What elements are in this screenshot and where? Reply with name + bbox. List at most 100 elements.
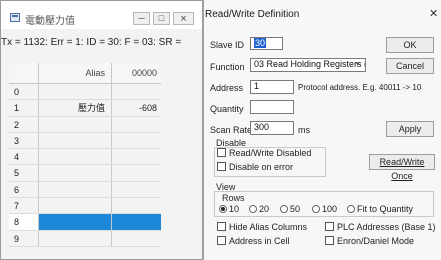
chevron-down-icon[interactable]: ▾ [356, 60, 360, 68]
value-cell[interactable] [112, 231, 161, 246]
value-cell[interactable] [112, 198, 161, 213]
register-table: Alias 00000 0 1 壓力值 -608 2 3 4 5 6 7 8 9 [9, 63, 161, 247]
apply-button[interactable]: Apply [386, 121, 434, 137]
alias-cell[interactable] [39, 181, 112, 198]
row-index: 5 [9, 165, 39, 181]
address-label: Address [210, 83, 244, 93]
plc-addresses-label: PLC Addresses (Base 1) [337, 222, 436, 232]
rows-100-radio[interactable] [312, 205, 320, 213]
dialog-title: Read/Write Definition [205, 9, 300, 20]
close-icon[interactable]: ✕ [429, 7, 438, 20]
alias-cell[interactable] [39, 198, 112, 214]
function-value: 03 Read Holding Registers (4x) [254, 59, 365, 69]
minimize-button[interactable]: ─ [133, 12, 150, 25]
rows-20-label: 20 [259, 204, 270, 214]
alias-cell[interactable] [39, 214, 112, 230]
value-cell[interactable] [112, 133, 161, 148]
value-cell[interactable] [112, 117, 161, 132]
value-cell[interactable] [112, 165, 161, 180]
table-row[interactable]: 4 [9, 149, 161, 166]
cancel-button[interactable]: Cancel [386, 58, 434, 74]
disable-on-error-label: Disable on error [229, 162, 294, 172]
table-row[interactable]: 2 [9, 116, 161, 133]
scan-rate-field[interactable]: 300 [250, 121, 294, 135]
rows-50-label: 50 [290, 204, 301, 214]
address-in-cell-label: Address in Cell [229, 236, 290, 246]
row-index: 4 [9, 149, 39, 165]
table-row[interactable]: 5 [9, 165, 161, 182]
table-header-index [9, 63, 39, 83]
scan-rate-unit: ms [298, 125, 310, 135]
slave-id-label: Slave ID [210, 40, 245, 50]
value-cell[interactable]: -608 [112, 100, 161, 115]
table-row[interactable]: 7 [9, 198, 161, 215]
disable-on-error-checkbox[interactable] [217, 162, 226, 171]
alias-cell[interactable]: 壓力值 [39, 100, 112, 116]
read-write-once-button[interactable]: Read/Write Once [369, 154, 435, 181]
table-header-row: Alias 00000 [9, 63, 161, 84]
slave-id-field[interactable]: 30 [250, 37, 283, 50]
close-button[interactable]: ⨯ [173, 12, 194, 25]
read-write-definition-dialog: Read/Write Definition ✕ Slave ID 30 OK F… [203, 0, 441, 260]
table-row[interactable]: 6 [9, 181, 161, 199]
value-cell[interactable] [112, 149, 161, 164]
modbus-data-window: 電動壓力值 ─ □ ⨯ Tx = 1132: Err = 1: ID = 30:… [0, 0, 203, 260]
row-index: 7 [9, 198, 39, 214]
enron-daniel-label: Enron/Daniel Mode [337, 236, 415, 246]
maximize-button[interactable]: □ [153, 12, 170, 25]
function-select[interactable]: 03 Read Holding Registers (4x) [250, 58, 366, 72]
table-row-selected[interactable]: 8 [9, 214, 161, 231]
value-cell[interactable] [112, 182, 161, 197]
table-header-address[interactable]: 00000 [112, 63, 161, 83]
window-title-bar[interactable]: 電動壓力值 ─ □ ⨯ [1, 1, 202, 29]
row-index: 0 [9, 84, 39, 100]
row-index: 3 [9, 132, 39, 149]
ok-button[interactable]: OK [386, 37, 434, 53]
app-icon [10, 13, 20, 22]
quantity-field[interactable] [250, 100, 294, 114]
hide-alias-columns-label: Hide Alias Columns [229, 222, 308, 232]
row-index: 2 [9, 116, 39, 132]
rows-50-radio[interactable] [280, 205, 288, 213]
table-header-alias[interactable]: Alias [39, 63, 112, 83]
table-row[interactable]: 1 壓力值 -608 [9, 100, 161, 117]
address-field[interactable]: 1 [250, 80, 294, 94]
rows-10-radio[interactable] [219, 205, 227, 213]
rows-fit-radio[interactable] [347, 205, 355, 213]
alias-cell[interactable] [39, 230, 112, 246]
slave-id-value: 30 [254, 38, 267, 48]
alias-cell[interactable] [39, 149, 112, 165]
quantity-label: Quantity [210, 104, 244, 114]
hide-alias-columns-checkbox[interactable] [217, 222, 226, 231]
table-row[interactable]: 3 [9, 132, 161, 150]
rows-10-label: 10 [229, 204, 240, 214]
rows-100-label: 100 [322, 204, 338, 214]
rows-fit-label: Fit to Quantity [357, 204, 414, 214]
window-title: 電動壓力值 [25, 16, 75, 27]
row-index: 6 [9, 181, 39, 198]
value-cell[interactable] [112, 84, 161, 99]
read-write-disabled-checkbox[interactable] [217, 148, 226, 157]
alias-cell[interactable] [39, 132, 112, 149]
status-line: Tx = 1132: Err = 1: ID = 30: F = 03: SR … [1, 37, 182, 48]
read-write-disabled-label: Read/Write Disabled [229, 148, 312, 158]
address-in-cell-checkbox[interactable] [217, 236, 226, 245]
rows-20-radio[interactable] [249, 205, 257, 213]
function-label: Function [210, 62, 245, 72]
rows-label: Rows [222, 193, 245, 203]
scan-rate-label: Scan Rate [210, 125, 253, 135]
address-hint: Protocol address. E.g. 40011 -> 10 [298, 83, 422, 92]
table-row[interactable]: 9 [9, 230, 161, 247]
alias-cell[interactable] [39, 165, 112, 181]
alias-cell[interactable] [39, 116, 112, 132]
row-index: 9 [9, 230, 39, 246]
address-value: 1 [254, 81, 260, 91]
scan-rate-value: 300 [254, 122, 270, 132]
table-row[interactable]: 0 [9, 84, 161, 101]
plc-addresses-checkbox[interactable] [325, 222, 334, 231]
alias-cell[interactable] [39, 84, 112, 100]
row-index: 8 [9, 214, 39, 230]
enron-daniel-checkbox[interactable] [325, 236, 334, 245]
row-index: 1 [9, 100, 39, 116]
value-cell[interactable] [112, 214, 161, 230]
